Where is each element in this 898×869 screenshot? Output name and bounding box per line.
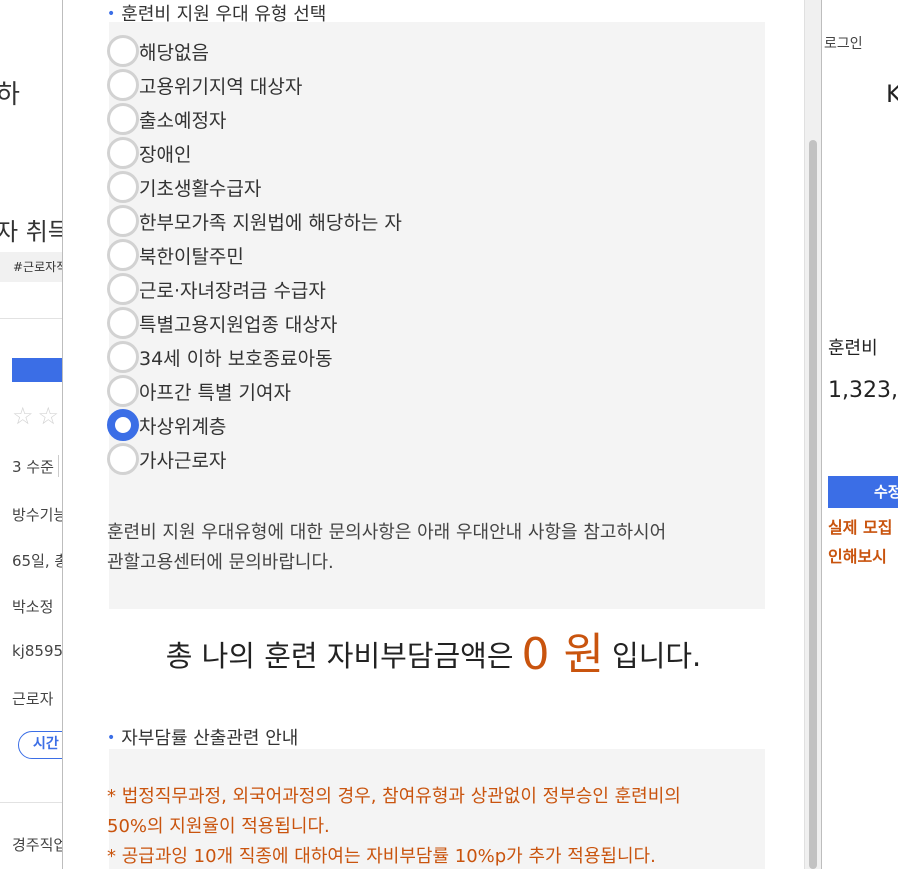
bg-divider <box>0 318 70 319</box>
radio-option-label: 가사근로자 <box>139 449 227 472</box>
bg-letter: K <box>886 80 898 108</box>
bg-hashtag: #근로자직 <box>0 252 70 282</box>
bg-row-2: 65일, 총 <box>12 552 69 570</box>
radio-checked-icon[interactable] <box>107 409 139 441</box>
radio-option[interactable]: 장애인 <box>107 136 402 170</box>
radio-unchecked-icon[interactable] <box>107 341 139 373</box>
radio-option[interactable]: 고용위기지역 대상자 <box>107 68 402 102</box>
total-self-pay: 총 나의 훈련 자비부담금액은 0 원 입니다. <box>63 615 804 680</box>
bg-fee-label: 훈련비 <box>828 338 878 359</box>
radio-unchecked-icon[interactable] <box>107 307 139 339</box>
total-suffix: 입니다. <box>612 639 702 673</box>
background-page-right: 로그인 K 훈련비 1,323,0 수정 실제 모집 인해보시 <box>818 0 898 869</box>
bg-edit-button[interactable]: 수정 <box>828 476 898 508</box>
radio-option-label: 한부모가족 지원법에 해당하는 자 <box>139 211 402 234</box>
radio-unchecked-icon[interactable] <box>107 171 139 203</box>
total-prefix: 총 나의 훈련 자비부담금액은 <box>165 639 514 673</box>
bg-row-1: 방수기능 <box>12 506 68 524</box>
radio-option[interactable]: 차상위계층 <box>107 408 402 442</box>
radio-unchecked-icon[interactable] <box>107 239 139 271</box>
radio-option[interactable]: 특별고용지원업종 대상자 <box>107 306 402 340</box>
radio-unchecked-icon[interactable] <box>107 69 139 101</box>
radio-option[interactable]: 아프간 특별 기여자 <box>107 374 402 408</box>
radio-unchecked-icon[interactable] <box>107 443 139 475</box>
self-pay-notes: * 법정직무과정, 외국어과정의 경우, 참여유형과 상관없이 정부승인 훈련비… <box>107 782 707 869</box>
scrollbar-thumb[interactable] <box>809 140 817 869</box>
radio-option[interactable]: 북한이탈주민 <box>107 238 402 272</box>
section-title-self-pay-rate: • 자부담률 산출관련 안내 <box>107 724 298 750</box>
bg-footer-text: 경주직업 <box>12 836 68 854</box>
modal-content: • 훈련비 지원 우대 유형 선택 해당없음 고용위기지역 대상자 출소예정자 장애인 기… <box>63 0 804 869</box>
radio-option[interactable]: 한부모가족 지원법에 해당하는 자 <box>107 204 402 238</box>
bg-level: 3 수준 <box>12 458 54 476</box>
radio-option[interactable]: 기초생활수급자 <box>107 170 402 204</box>
radio-option[interactable]: 근로·자녀장려금 수급자 <box>107 272 402 306</box>
radio-option-label: 장애인 <box>139 143 192 166</box>
radio-option-label: 34세 이하 보호종료아동 <box>139 347 333 370</box>
radio-option[interactable]: 34세 이하 보호종료아동 <box>107 340 402 374</box>
bg-row-3: 박소정 <box>12 598 54 616</box>
radio-option-label: 아프간 특별 기여자 <box>139 381 291 404</box>
radio-option-label: 특별고용지원업종 대상자 <box>139 313 338 336</box>
radio-unchecked-icon[interactable] <box>107 205 139 237</box>
modal-scrollbar[interactable] <box>804 0 821 869</box>
radio-option-label: 기초생활수급자 <box>139 177 262 200</box>
bg-heading-fragment: 하 <box>0 80 20 110</box>
bg-row-5: 근로자 <box>12 690 54 708</box>
radio-option-label: 고용위기지역 대상자 <box>139 75 303 98</box>
total-amount: 0 원 <box>521 629 605 680</box>
radio-unchecked-icon[interactable] <box>107 137 139 169</box>
radio-option-label: 해당없음 <box>139 41 209 64</box>
training-fee-modal: • 훈련비 지원 우대 유형 선택 해당없음 고용위기지역 대상자 출소예정자 장애인 기… <box>62 0 822 869</box>
radio-option-label: 차상위계층 <box>139 415 227 438</box>
radio-option[interactable]: 출소예정자 <box>107 102 402 136</box>
bg-row-4: kj8595 <box>12 642 64 660</box>
radio-unchecked-icon[interactable] <box>107 103 139 135</box>
bg-rating-stars-icon: ☆☆ <box>12 402 64 430</box>
bg-separator <box>58 455 59 477</box>
bg-warning-line-1: 실제 모집 <box>828 518 893 537</box>
section-title-text: 자부담률 산출관련 안내 <box>121 728 299 749</box>
radio-unchecked-icon[interactable] <box>107 35 139 67</box>
radio-option[interactable]: 해당없음 <box>107 34 402 68</box>
note-1: * 법정직무과정, 외국어과정의 경우, 참여유형과 상관없이 정부승인 훈련비… <box>107 786 681 837</box>
bg-warning-line-2: 인해보시 <box>828 547 887 566</box>
radio-option[interactable]: 가사근로자 <box>107 442 402 476</box>
bg-fee-value: 1,323,0 <box>828 378 898 403</box>
radio-option-label: 출소예정자 <box>139 109 227 132</box>
bg-login-link[interactable]: 로그인 <box>824 33 863 53</box>
info-text: 훈련비 지원 우대유형에 대한 문의사항은 아래 우대안내 사항을 참고하시어 … <box>107 522 667 573</box>
preferential-type-radio-group: 해당없음고용위기지역 대상자출소예정자장애인기초생활수급자한부모가족 지원법에 … <box>107 34 402 476</box>
background-page-left: 하 자 취득 #근로자직 ☆☆ 3 수준 방수기능 65일, 총 박소정 kj8… <box>0 0 70 869</box>
bullet-icon: • <box>107 730 116 746</box>
bg-course-title-fragment: 자 취득 <box>0 218 70 246</box>
radio-option-label: 북한이탈주민 <box>139 245 244 268</box>
note-2: * 공급과잉 10개 직종에 대하여는 자비부담률 10%p가 추가 적용됩니다… <box>107 846 656 867</box>
bullet-icon: • <box>107 6 116 22</box>
radio-unchecked-icon[interactable] <box>107 273 139 305</box>
radio-unchecked-icon[interactable] <box>107 375 139 407</box>
radio-option-label: 근로·자녀장려금 수급자 <box>139 279 326 302</box>
bg-divider-bottom <box>0 802 70 803</box>
